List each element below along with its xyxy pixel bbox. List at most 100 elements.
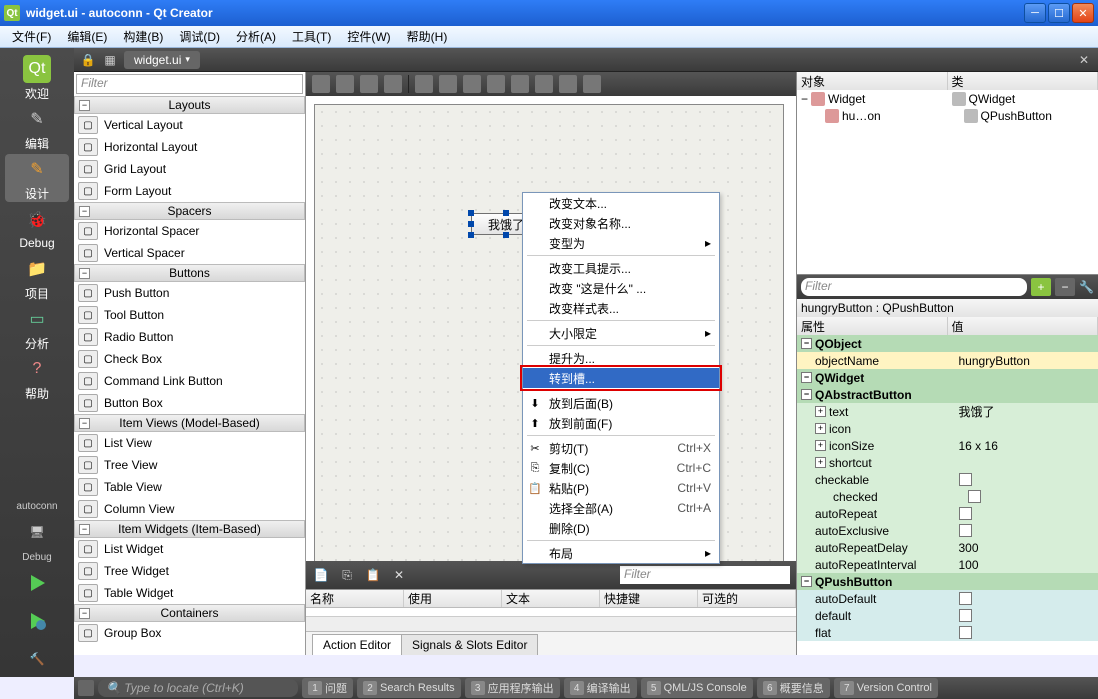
- tool-vlayout[interactable]: [439, 75, 457, 93]
- context-menu-item[interactable]: ⬇放到后面(B): [523, 393, 719, 413]
- lock-icon[interactable]: 🔒: [80, 52, 96, 68]
- debug-run-button[interactable]: [21, 607, 53, 635]
- property-row[interactable]: autoRepeat: [797, 505, 1098, 522]
- tab-signals-slots[interactable]: Signals & Slots Editor: [401, 634, 538, 655]
- close-button[interactable]: ✕: [1072, 3, 1094, 23]
- menu-item[interactable]: 帮助(H): [401, 26, 454, 47]
- property-row[interactable]: default: [797, 607, 1098, 624]
- context-menu-item[interactable]: 改变文本...: [523, 193, 719, 213]
- widget-item[interactable]: ▢Table View: [74, 476, 305, 498]
- menu-item[interactable]: 控件(W): [341, 26, 396, 47]
- mode-welcome[interactable]: Qt欢迎: [5, 54, 69, 102]
- tool-adjust[interactable]: [583, 75, 601, 93]
- action-scrollbar[interactable]: [306, 616, 796, 632]
- mode-help[interactable]: ?帮助: [5, 354, 69, 402]
- tool-form[interactable]: [535, 75, 553, 93]
- status-item[interactable]: 3 应用程序输出: [465, 678, 560, 698]
- property-row[interactable]: + text我饿了: [797, 403, 1098, 420]
- action-col[interactable]: 文本: [502, 590, 600, 607]
- context-menu-item[interactable]: 布局▸: [523, 543, 719, 563]
- mode-projects[interactable]: 📁项目: [5, 254, 69, 302]
- widget-item[interactable]: ▢List Widget: [74, 538, 305, 560]
- minimize-button[interactable]: ─: [1024, 3, 1046, 23]
- kit-selector[interactable]: 🖥: [21, 518, 53, 546]
- widget-filter[interactable]: Filter: [76, 74, 303, 94]
- widget-category[interactable]: −Item Widgets (Item-Based): [74, 520, 305, 538]
- property-row[interactable]: + icon: [797, 420, 1098, 437]
- property-group[interactable]: − QPushButton: [797, 573, 1098, 590]
- tool-hlayout[interactable]: [415, 75, 433, 93]
- context-menu-item[interactable]: 改变 "这是什么" ...: [523, 278, 719, 298]
- tool-vsplit[interactable]: [487, 75, 505, 93]
- doc-tab[interactable]: widget.ui ▾: [124, 51, 200, 69]
- prop-col-value[interactable]: 值: [948, 317, 1098, 335]
- copy-action-icon[interactable]: ⎘: [338, 566, 356, 584]
- new-action-icon[interactable]: 📄: [312, 566, 330, 584]
- widget-item[interactable]: ▢Push Button: [74, 282, 305, 304]
- status-item[interactable]: 1 问题: [302, 678, 353, 698]
- property-row[interactable]: flat: [797, 624, 1098, 641]
- object-row[interactable]: − Widget QWidget: [797, 90, 1098, 107]
- widget-item[interactable]: ▢Tree Widget: [74, 560, 305, 582]
- build-button[interactable]: 🔨: [21, 645, 53, 673]
- property-row[interactable]: + shortcut: [797, 454, 1098, 471]
- widget-category[interactable]: −Item Views (Model-Based): [74, 414, 305, 432]
- menu-item[interactable]: 编辑(E): [61, 26, 113, 47]
- property-row[interactable]: objectNamehungryButton: [797, 352, 1098, 369]
- property-group[interactable]: − QWidget: [797, 369, 1098, 386]
- mode-debug[interactable]: 🐞Debug: [5, 204, 69, 252]
- status-item[interactable]: 7 Version Control: [834, 678, 938, 698]
- tool-buddies[interactable]: [360, 75, 378, 93]
- close-doc-icon[interactable]: ✕: [1076, 52, 1092, 68]
- widget-item[interactable]: ▢Form Layout: [74, 180, 305, 202]
- tool-break[interactable]: [559, 75, 577, 93]
- tool-edit-widgets[interactable]: [312, 75, 330, 93]
- context-menu-item[interactable]: 删除(D): [523, 518, 719, 538]
- context-menu-item[interactable]: ⎘复制(C)Ctrl+C: [523, 458, 719, 478]
- context-menu-item[interactable]: 📋粘贴(P)Ctrl+V: [523, 478, 719, 498]
- mode-edit[interactable]: ✎编辑: [5, 104, 69, 152]
- context-menu-item[interactable]: 变型为▸: [523, 233, 719, 253]
- widget-category[interactable]: −Layouts: [74, 96, 305, 114]
- object-row[interactable]: hu…on QPushButton: [797, 107, 1098, 124]
- widget-item[interactable]: ▢Command Link Button: [74, 370, 305, 392]
- status-item[interactable]: 4 编译输出: [564, 678, 637, 698]
- property-row[interactable]: + iconSize16 x 16: [797, 437, 1098, 454]
- tool-wrench-icon[interactable]: 🔧: [1079, 280, 1094, 294]
- widget-item[interactable]: ▢Vertical Layout: [74, 114, 305, 136]
- tool-hsplit[interactable]: [463, 75, 481, 93]
- context-menu-item[interactable]: 提升为...: [523, 348, 719, 368]
- widget-item[interactable]: ▢Grid Layout: [74, 158, 305, 180]
- delete-action-icon[interactable]: ✕: [390, 566, 408, 584]
- remove-property-button[interactable]: −: [1055, 278, 1075, 296]
- status-item[interactable]: 6 概要信息: [757, 678, 830, 698]
- tool-signals[interactable]: [336, 75, 354, 93]
- tab-action-editor[interactable]: Action Editor: [312, 634, 402, 655]
- widget-category[interactable]: −Spacers: [74, 202, 305, 220]
- menu-item[interactable]: 工具(T): [286, 26, 337, 47]
- action-filter[interactable]: Filter: [620, 566, 790, 584]
- action-col[interactable]: 快捷键: [600, 590, 698, 607]
- property-group[interactable]: − QObject: [797, 335, 1098, 352]
- action-col[interactable]: 名称: [306, 590, 404, 607]
- property-row[interactable]: autoRepeatInterval100: [797, 556, 1098, 573]
- context-menu-item[interactable]: 转到槽...: [523, 368, 719, 388]
- locator-input[interactable]: 🔍 Type to locate (Ctrl+K): [98, 679, 298, 697]
- widget-item[interactable]: ▢List View: [74, 432, 305, 454]
- widget-item[interactable]: ▢Horizontal Spacer: [74, 220, 305, 242]
- menu-item[interactable]: 文件(F): [6, 26, 57, 47]
- widget-item[interactable]: ▢Button Box: [74, 392, 305, 414]
- widget-item[interactable]: ▢Vertical Spacer: [74, 242, 305, 264]
- status-item[interactable]: 5 QML/JS Console: [641, 678, 753, 698]
- widget-category[interactable]: −Buttons: [74, 264, 305, 282]
- menu-item[interactable]: 构建(B): [117, 26, 169, 47]
- context-menu-item[interactable]: 改变样式表...: [523, 298, 719, 318]
- widget-item[interactable]: ▢Group Box: [74, 622, 305, 644]
- property-row[interactable]: autoRepeatDelay300: [797, 539, 1098, 556]
- action-col[interactable]: 使用: [404, 590, 502, 607]
- menu-item[interactable]: 分析(A): [230, 26, 282, 47]
- tool-grid[interactable]: [511, 75, 529, 93]
- obj-col-class[interactable]: 类: [948, 72, 1098, 90]
- context-menu-item[interactable]: ✂剪切(T)Ctrl+X: [523, 438, 719, 458]
- property-row[interactable]: checkable: [797, 471, 1098, 488]
